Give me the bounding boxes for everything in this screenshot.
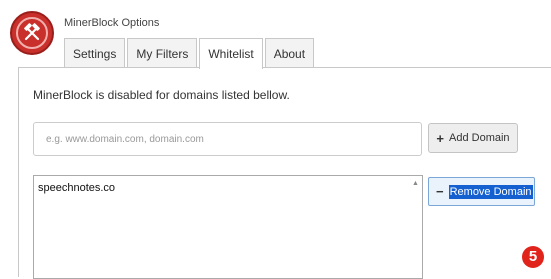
plus-icon: + xyxy=(436,130,445,146)
remove-domain-label: Remove Domain xyxy=(448,184,533,199)
options-window: MinerBlock Options Settings My Filters W… xyxy=(0,0,551,279)
crossed-hammers-icon xyxy=(16,17,48,49)
add-domain-label: Add Domain xyxy=(449,132,510,144)
list-item[interactable]: speechnotes.co xyxy=(38,182,115,194)
tab-whitelist[interactable]: Whitelist xyxy=(199,38,263,69)
minerblock-logo xyxy=(10,11,54,55)
tab-about[interactable]: About xyxy=(264,38,315,68)
tab-settings[interactable]: Settings xyxy=(64,38,126,68)
remove-domain-button[interactable]: − Remove Domain xyxy=(428,177,535,206)
tab-bar: Settings My Filters Whitelist About xyxy=(64,38,316,69)
minus-icon: − xyxy=(436,184,444,199)
scroll-up-arrow-icon[interactable]: ▲ xyxy=(411,179,420,188)
header: MinerBlock Options Settings My Filters W… xyxy=(0,0,551,69)
whitelist-description: MinerBlock is disabled for domains liste… xyxy=(33,88,290,102)
step-number-badge: 5 xyxy=(522,246,544,268)
add-domain-button[interactable]: + Add Domain xyxy=(428,123,518,153)
whitelist-panel: MinerBlock is disabled for domains liste… xyxy=(18,67,551,279)
whitelist-domain-list[interactable]: speechnotes.co ▲ xyxy=(33,175,423,279)
domain-input[interactable] xyxy=(33,122,422,156)
tab-my-filters[interactable]: My Filters xyxy=(127,38,198,68)
app-title: MinerBlock Options xyxy=(64,17,160,29)
